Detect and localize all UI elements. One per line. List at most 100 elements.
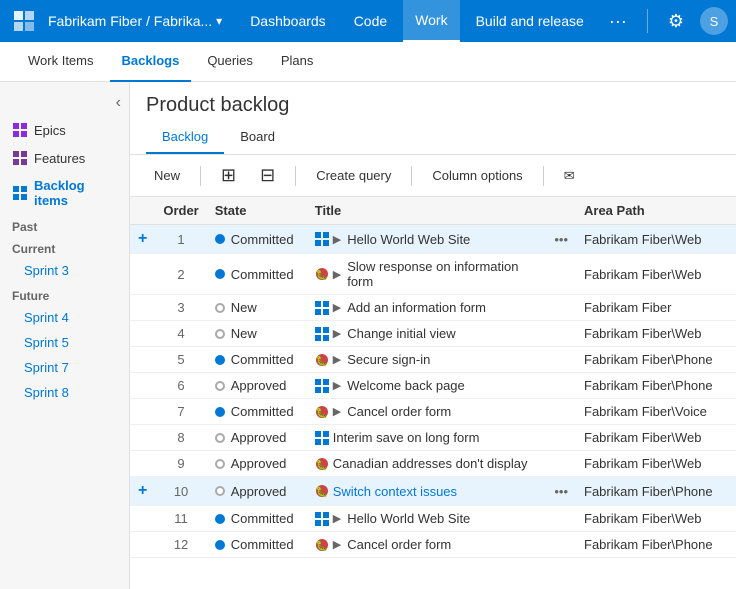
table-row: 4New▶Change initial viewFabrikam Fiber\W…: [130, 321, 736, 347]
add-child-button[interactable]: ⊞: [213, 161, 244, 190]
nav-dashboards[interactable]: Dashboards: [238, 0, 338, 42]
create-query-label: Create query: [316, 168, 391, 183]
row-add-btn[interactable]: [130, 254, 155, 295]
email-button[interactable]: ✉: [556, 164, 583, 188]
row-state: Committed: [207, 225, 307, 254]
sidebar-item-epics[interactable]: Epics: [0, 116, 129, 144]
row-more-options[interactable]: [546, 321, 576, 347]
row-title[interactable]: 🐛Switch context issues: [307, 477, 547, 506]
row-order: 4: [155, 321, 206, 347]
nav-build-release[interactable]: Build and release: [464, 0, 596, 42]
tab-queries[interactable]: Queries: [195, 42, 265, 82]
toolbar: New ⊞ ⊟ Create query Column options ✉: [130, 155, 736, 197]
nav-code[interactable]: Code: [342, 0, 399, 42]
row-title[interactable]: 🐛Canadian addresses don't display: [307, 451, 547, 477]
sidebar: ‹ Epics Features: [0, 82, 130, 589]
row-area-path: Fabrikam Fiber\Voice: [576, 399, 736, 425]
sidebar-item-backlog-items[interactable]: Backlog items: [0, 172, 129, 214]
project-chevron-icon[interactable]: ▾: [216, 14, 222, 28]
row-more-options[interactable]: [546, 451, 576, 477]
row-more-options[interactable]: [546, 373, 576, 399]
row-title[interactable]: ▶Hello World Web Site: [307, 225, 547, 254]
row-state: Committed: [207, 399, 307, 425]
row-order: 9: [155, 451, 206, 477]
sidebar-item-features[interactable]: Features: [0, 144, 129, 172]
row-area-path: Fabrikam Fiber\Phone: [576, 373, 736, 399]
project-name[interactable]: Fabrikam Fiber / Fabrika...: [48, 13, 212, 29]
row-title[interactable]: 🐛▶Cancel order form: [307, 532, 547, 558]
row-more-options[interactable]: [546, 295, 576, 321]
row-more-options[interactable]: [546, 399, 576, 425]
row-add-btn[interactable]: [130, 347, 155, 373]
row-add-btn[interactable]: [130, 506, 155, 532]
row-title[interactable]: ▶Hello World Web Site: [307, 506, 547, 532]
row-more-options[interactable]: [546, 532, 576, 558]
row-add-btn[interactable]: [130, 399, 155, 425]
row-add-btn[interactable]: [130, 295, 155, 321]
row-more-options[interactable]: [546, 254, 576, 295]
row-area-path: Fabrikam Fiber\Phone: [576, 532, 736, 558]
table-row: 3New▶Add an information formFabrikam Fib…: [130, 295, 736, 321]
row-title[interactable]: ▶Welcome back page: [307, 373, 547, 399]
row-title[interactable]: ▶Add an information form: [307, 295, 547, 321]
table-row: 5Committed🐛▶Secure sign-inFabrikam Fiber…: [130, 347, 736, 373]
tab-backlog-view[interactable]: Backlog: [146, 125, 224, 154]
row-add-btn[interactable]: [130, 425, 155, 451]
row-add-btn[interactable]: +: [130, 225, 155, 254]
row-more-options[interactable]: [546, 347, 576, 373]
tab-plans[interactable]: Plans: [269, 42, 326, 82]
tab-board-view[interactable]: Board: [224, 125, 291, 154]
row-state: Approved: [207, 477, 307, 506]
col-dots: [546, 197, 576, 225]
create-query-button[interactable]: Create query: [308, 164, 399, 187]
user-avatar[interactable]: S: [700, 7, 728, 35]
settings-icon[interactable]: ⚙: [660, 11, 692, 32]
sidebar-sprint3[interactable]: Sprint 3: [0, 258, 129, 283]
row-add-btn[interactable]: [130, 373, 155, 399]
main-content: Product backlog Backlog Board New ⊞ ⊟ Cr…: [130, 82, 736, 589]
sidebar-sprint8[interactable]: Sprint 8: [0, 380, 129, 405]
row-area-path: Fabrikam Fiber\Web: [576, 451, 736, 477]
toolbar-sep4: [543, 166, 544, 186]
col-area-path[interactable]: Area Path: [576, 197, 736, 225]
row-title[interactable]: 🐛▶Cancel order form: [307, 399, 547, 425]
sidebar-section-future: Future: [0, 283, 129, 305]
tab-work-items[interactable]: Work Items: [16, 42, 106, 82]
row-title[interactable]: Interim save on long form: [307, 425, 547, 451]
row-more-options[interactable]: [546, 425, 576, 451]
tab-backlogs[interactable]: Backlogs: [110, 42, 192, 82]
row-title[interactable]: ▶Change initial view: [307, 321, 547, 347]
sidebar-sprint7[interactable]: Sprint 7: [0, 355, 129, 380]
col-state[interactable]: State: [207, 197, 307, 225]
row-add-btn[interactable]: [130, 321, 155, 347]
row-order: 12: [155, 532, 206, 558]
col-title[interactable]: Title: [307, 197, 547, 225]
new-button[interactable]: New: [146, 164, 188, 187]
epics-icon: [12, 122, 28, 138]
row-title[interactable]: 🐛▶Slow response on information form: [307, 254, 547, 295]
row-add-btn[interactable]: [130, 451, 155, 477]
toolbar-sep3: [411, 166, 412, 186]
row-state: Committed: [207, 532, 307, 558]
sidebar-sprint4[interactable]: Sprint 4: [0, 305, 129, 330]
row-more-options[interactable]: [546, 506, 576, 532]
row-state: Committed: [207, 506, 307, 532]
more-options-icon[interactable]: ···: [601, 11, 635, 32]
column-options-button[interactable]: Column options: [424, 164, 530, 187]
logo-icon[interactable]: [8, 5, 40, 37]
row-order: 3: [155, 295, 206, 321]
main-layout: ‹ Epics Features: [0, 82, 736, 589]
row-add-btn[interactable]: [130, 532, 155, 558]
nav-work[interactable]: Work: [403, 0, 459, 42]
row-more-options[interactable]: •••: [546, 225, 576, 254]
sidebar-collapse-icon[interactable]: ‹: [0, 90, 129, 116]
row-title[interactable]: 🐛▶Secure sign-in: [307, 347, 547, 373]
col-order[interactable]: Order: [155, 197, 206, 225]
row-state: New: [207, 321, 307, 347]
row-more-options[interactable]: •••: [546, 477, 576, 506]
sidebar-section-current: Current: [0, 236, 129, 258]
row-add-btn[interactable]: +: [130, 477, 155, 506]
collapse-button[interactable]: ⊟: [252, 161, 283, 190]
sidebar-sprint5[interactable]: Sprint 5: [0, 330, 129, 355]
row-area-path: Fabrikam Fiber\Phone: [576, 347, 736, 373]
